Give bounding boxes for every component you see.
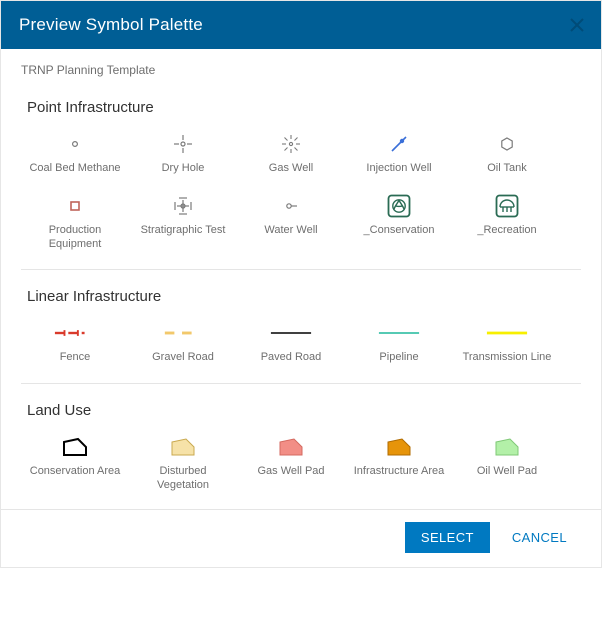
section-divider bbox=[21, 383, 581, 384]
section-heading: Point Infrastructure bbox=[27, 99, 581, 116]
symbol-swatch[interactable]: Pipeline bbox=[345, 319, 453, 365]
symbol-swatch[interactable]: Fence bbox=[21, 319, 129, 365]
swatch-grid: Fence Gravel Road Paved Road Pipeline Trans… bbox=[21, 319, 581, 381]
swatch-label: Gravel Road bbox=[152, 351, 214, 365]
swatch-label: Oil Well Pad bbox=[477, 465, 537, 479]
swatch-label: _Conservation bbox=[364, 224, 435, 238]
swatch-label: Injection Well bbox=[366, 162, 431, 176]
dialog-titlebar: Preview Symbol Palette bbox=[1, 1, 601, 49]
fence-icon bbox=[53, 319, 97, 347]
swatch-label: Pipeline bbox=[379, 351, 418, 365]
sections: Point Infrastructure Coal Bed Methane Dry… bbox=[21, 99, 581, 509]
oil-tank-icon bbox=[485, 130, 529, 158]
symbol-swatch[interactable]: Disturbed Vegetation bbox=[129, 433, 237, 493]
section-heading: Land Use bbox=[27, 402, 581, 419]
poly-icon bbox=[161, 433, 205, 461]
paved-road-icon bbox=[269, 319, 313, 347]
transmission-icon bbox=[485, 319, 529, 347]
production-equipment-icon bbox=[53, 192, 97, 220]
poly-icon bbox=[377, 433, 421, 461]
select-button[interactable]: SELECT bbox=[405, 522, 490, 553]
swatch-label: Fence bbox=[60, 351, 91, 365]
swatch-label: Transmission Line bbox=[463, 351, 552, 365]
symbol-swatch[interactable]: Transmission Line bbox=[453, 319, 561, 365]
swatch-label: Water Well bbox=[264, 224, 317, 238]
section-heading: Linear Infrastructure bbox=[27, 288, 581, 305]
symbol-swatch[interactable]: _Recreation bbox=[453, 192, 561, 252]
swatch-label: Stratigraphic Test bbox=[141, 224, 226, 238]
swatch-label: Infrastructure Area bbox=[354, 465, 445, 479]
symbol-swatch[interactable]: Coal Bed Methane bbox=[21, 130, 129, 176]
swatch-label: Gas Well bbox=[269, 162, 313, 176]
symbol-swatch[interactable]: Stratigraphic Test bbox=[129, 192, 237, 252]
symbol-swatch[interactable]: Injection Well bbox=[345, 130, 453, 176]
symbol-swatch[interactable]: Paved Road bbox=[237, 319, 345, 365]
symbol-swatch[interactable]: Oil Tank bbox=[453, 130, 561, 176]
symbol-swatch[interactable]: Gas Well bbox=[237, 130, 345, 176]
symbol-swatch[interactable]: Water Well bbox=[237, 192, 345, 252]
symbol-swatch[interactable]: Production Equipment bbox=[21, 192, 129, 252]
stratigraphic-test-icon bbox=[161, 192, 205, 220]
conservation-icon bbox=[377, 192, 421, 220]
swatch-label: Coal Bed Methane bbox=[29, 162, 120, 176]
close-icon[interactable] bbox=[567, 15, 587, 35]
poly-icon bbox=[485, 433, 529, 461]
template-name: TRNP Planning Template bbox=[21, 63, 581, 77]
cancel-button[interactable]: CANCEL bbox=[496, 522, 583, 553]
swatch-grid: Conservation Area Disturbed Vegetation G… bbox=[21, 433, 581, 509]
injection-well-icon bbox=[377, 130, 421, 158]
pipeline-icon bbox=[377, 319, 421, 347]
swatch-label: Disturbed Vegetation bbox=[136, 465, 230, 493]
dialog-body: TRNP Planning Template Point Infrastruct… bbox=[1, 49, 601, 509]
swatch-label: Gas Well Pad bbox=[257, 465, 324, 479]
symbol-swatch[interactable]: Gravel Road bbox=[129, 319, 237, 365]
symbol-swatch[interactable]: Dry Hole bbox=[129, 130, 237, 176]
gravel-road-icon bbox=[161, 319, 205, 347]
symbol-swatch[interactable]: _Conservation bbox=[345, 192, 453, 252]
swatch-label: Production Equipment bbox=[28, 224, 122, 252]
water-well-icon bbox=[269, 192, 313, 220]
preview-symbol-palette-dialog: Preview Symbol Palette TRNP Planning Tem… bbox=[0, 0, 602, 568]
coal-bed-methane-icon bbox=[53, 130, 97, 158]
symbol-swatch[interactable]: Oil Well Pad bbox=[453, 433, 561, 493]
swatch-label: _Recreation bbox=[477, 224, 536, 238]
swatch-label: Oil Tank bbox=[487, 162, 527, 176]
symbol-swatch[interactable]: Infrastructure Area bbox=[345, 433, 453, 493]
recreation-icon bbox=[485, 192, 529, 220]
dialog-title: Preview Symbol Palette bbox=[19, 15, 203, 35]
gas-well-icon bbox=[269, 130, 313, 158]
swatch-label: Paved Road bbox=[261, 351, 322, 365]
section-divider bbox=[21, 269, 581, 270]
dialog-footer: SELECT CANCEL bbox=[1, 509, 601, 567]
swatch-label: Dry Hole bbox=[162, 162, 205, 176]
poly-icon bbox=[269, 433, 313, 461]
symbol-swatch[interactable]: Conservation Area bbox=[21, 433, 129, 493]
poly-icon bbox=[53, 433, 97, 461]
swatch-grid: Coal Bed Methane Dry Hole Gas Well Injec… bbox=[21, 130, 581, 267]
symbol-swatch[interactable]: Gas Well Pad bbox=[237, 433, 345, 493]
dry-hole-icon bbox=[161, 130, 205, 158]
swatch-label: Conservation Area bbox=[30, 465, 121, 479]
